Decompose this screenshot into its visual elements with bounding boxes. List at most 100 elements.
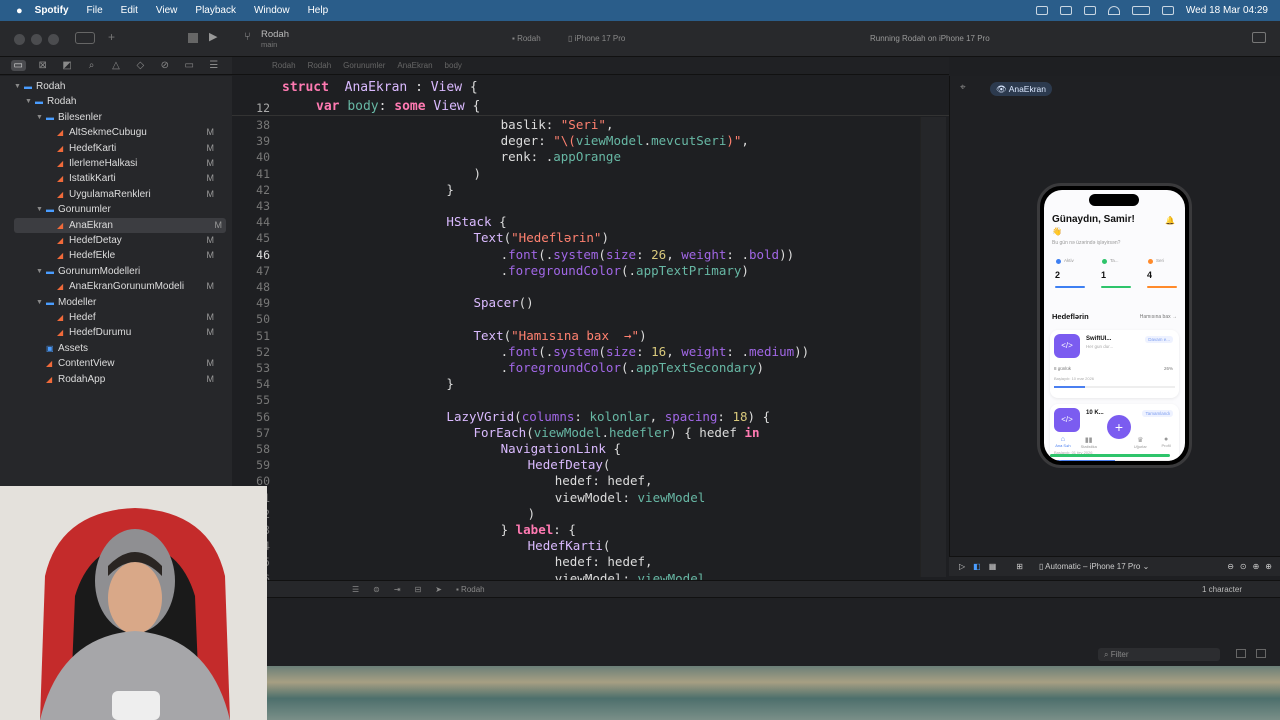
pin-icon[interactable]: ⌖ — [960, 82, 966, 93]
sidebar-item[interactable]: ▼ ▬ Rodah — [0, 94, 232, 109]
apple-menu-icon[interactable]: ● — [16, 5, 23, 17]
debug-toggle-icon[interactable]: ☰ — [352, 585, 359, 594]
code-line[interactable]: Spacer() — [474, 295, 534, 310]
sidebar-item[interactable]: ▣ Assets — [0, 341, 232, 356]
disclosure-triangle-icon[interactable]: ▼ — [25, 94, 32, 109]
code-line[interactable]: } label: { — [501, 522, 576, 537]
code-line[interactable]: .foregroundColor(.appTextSecondary) — [501, 360, 764, 375]
code-line[interactable]: hedef: hedef, — [555, 473, 653, 488]
code-line[interactable]: .font(.system(size: 26, weight: .bold)) — [501, 247, 795, 262]
menu-app-name[interactable]: Spotify — [35, 5, 69, 16]
sidebar-item[interactable]: ◢ ContentView M — [0, 356, 232, 371]
bell-icon[interactable]: 🔔 — [1165, 216, 1175, 225]
phone-tab-item[interactable]: ▮▮ Statistika — [1077, 436, 1101, 449]
breakpoint-icon[interactable]: ▭ — [182, 60, 197, 71]
sidebar-toggle-icon[interactable] — [75, 32, 95, 44]
sidebar-item[interactable]: ▼ ▬ Rodah — [0, 79, 232, 94]
iphone-preview[interactable]: Günaydın, Samir! 🔔 👋 Bu gün nə üzərində … — [1037, 183, 1192, 468]
code-line[interactable]: baslik: "Seri", — [501, 117, 614, 132]
code-line[interactable]: deger: "\(viewModel.mevcutSeri)", — [501, 133, 749, 148]
variants-icon[interactable]: ⊞ — [1016, 562, 1023, 571]
window-close-button[interactable] — [14, 34, 25, 45]
status-icon[interactable] — [1059, 6, 1072, 15]
jump-segment[interactable]: Rodah — [272, 61, 296, 70]
split-icon[interactable] — [1256, 649, 1266, 658]
code-line[interactable]: viewModel: viewModel — [555, 490, 706, 505]
sidebar-item[interactable]: ◢ IlerlemeHalkasi M — [0, 156, 232, 171]
sidebar-item[interactable]: ◢ HedefKarti M — [0, 141, 232, 156]
jump-segment[interactable]: body — [445, 61, 462, 70]
device-menu[interactable]: ▯ Automatic – iPhone 17 Pro ⌄ — [1039, 562, 1149, 571]
debug-continue-icon[interactable]: ⇥ — [394, 585, 401, 594]
code-line[interactable]: } — [446, 182, 454, 197]
sidebar-item[interactable]: ▼ ▬ GorunumModelleri — [0, 264, 232, 279]
code-line[interactable]: hedef: hedef, — [555, 554, 653, 569]
status-icon[interactable] — [1083, 6, 1096, 15]
run-destination-selector[interactable]: ▯ iPhone 17 Pro — [568, 34, 625, 43]
project-name[interactable]: Rodah — [261, 29, 289, 40]
grid-icon[interactable]: ▦ — [989, 562, 997, 571]
test-icon[interactable]: ◇ — [133, 60, 148, 71]
play-icon[interactable]: ▷ — [959, 562, 965, 571]
folder-icon[interactable]: ▭ — [10, 60, 26, 71]
zoom-out-icon[interactable]: ⊖ — [1227, 562, 1234, 571]
menu-playback[interactable]: Playback — [195, 5, 236, 16]
code-line[interactable]: HStack { — [446, 214, 506, 229]
sidebar-item[interactable]: ◢ HedefDetay M — [0, 233, 232, 248]
code-line[interactable]: renk: .appOrange — [501, 149, 621, 164]
stop-icon[interactable] — [188, 33, 198, 43]
disclosure-triangle-icon[interactable]: ▼ — [14, 79, 21, 94]
stat-card[interactable]: Ta... 1 — [1098, 256, 1138, 300]
see-all-link[interactable]: Hamısına bax → — [1140, 314, 1177, 320]
code-line[interactable]: HedefDetay( — [528, 457, 611, 472]
debug-scheme[interactable]: ▪ Rodah — [456, 585, 485, 594]
console-filter-field[interactable]: ⌕ Filter — [1098, 648, 1220, 661]
sidebar-item[interactable]: ◢ AnaEkran M — [14, 217, 226, 233]
menu-help[interactable]: Help — [308, 5, 329, 16]
jump-segment[interactable]: Gorunumler — [343, 61, 385, 70]
bookmark-icon[interactable]: ◩ — [60, 60, 75, 71]
stat-card[interactable]: Seri 4 — [1144, 256, 1184, 300]
location-icon[interactable]: ➤ — [435, 585, 442, 594]
split-icon[interactable] — [1236, 649, 1246, 658]
branch-name[interactable]: main — [261, 40, 277, 49]
code-line[interactable]: Text("Hedeflərin") — [474, 230, 609, 245]
code-editor[interactable]: 38 39 40 41 42 43 44 45 46 47 48 49 50 51 52 53 54 55 56 57… — [232, 76, 949, 586]
disclosure-triangle-icon[interactable]: ▼ — [36, 110, 43, 125]
preview-tab[interactable]: 👁 AnaEkran — [990, 82, 1053, 96]
sidebar-item[interactable]: ◢ AltSekmeCubugu M — [0, 125, 232, 140]
goal-card[interactable]: </> SwiftUI... Her gun dur... Davam e... 8 g… — [1050, 330, 1179, 398]
debug-step-icon[interactable]: ⊜ — [373, 585, 380, 594]
phone-tab-item[interactable]: ♛ Uğurlar — [1128, 436, 1152, 449]
code-line[interactable]: ForEach(viewModel.hedefler) { hedef in — [474, 425, 760, 440]
phone-tab-item[interactable]: ⌂ Ana Səh — [1051, 436, 1075, 448]
report-icon[interactable]: ☰ — [206, 60, 221, 71]
sidebar-item[interactable]: ◢ HedefEkle M — [0, 248, 232, 263]
phone-tab-item[interactable]: ● Profil — [1154, 436, 1178, 448]
zoom-in-icon[interactable]: ⊕ — [1265, 562, 1272, 571]
control-center-icon[interactable] — [1161, 6, 1174, 15]
sidebar-item[interactable]: ◢ RodahApp M — [0, 372, 232, 387]
code-line[interactable]: LazyVGrid(columns: kolonlar, spacing: 18… — [446, 409, 770, 424]
sidebar-item[interactable]: ▼ ▬ Modeller — [0, 295, 232, 310]
scheme-selector[interactable]: ▪ Rodah — [512, 34, 541, 43]
sidebar-item[interactable]: ▼ ▬ Bilesenler — [0, 110, 232, 125]
debug-view-icon[interactable]: ⊟ — [415, 585, 422, 594]
disclosure-triangle-icon[interactable]: ▼ — [36, 264, 43, 279]
sidebar-item[interactable]: ◢ IstatikKarti M — [0, 171, 232, 186]
sidebar-item[interactable]: ◢ AnaEkranGorunumModeli M — [0, 279, 232, 294]
code-line[interactable]: } — [446, 376, 454, 391]
code-line[interactable]: HedefKarti( — [528, 538, 611, 553]
code-line[interactable]: ) — [528, 506, 536, 521]
search-icon[interactable]: ⌕ — [84, 60, 99, 71]
code-line[interactable]: .font(.system(size: 16, weight: .medium)… — [501, 344, 810, 359]
editor-minimap[interactable] — [920, 117, 946, 577]
debug-icon[interactable]: ⊘ — [157, 60, 172, 71]
warning-icon[interactable]: △ — [108, 60, 123, 71]
window-zoom-button[interactable] — [48, 34, 59, 45]
inspector-toggle-icon[interactable] — [1252, 32, 1266, 43]
zoom-fit-icon[interactable]: ⊙ — [1240, 562, 1247, 571]
code-line[interactable]: NavigationLink { — [501, 441, 621, 456]
code-line[interactable]: Text("Hamısına bax →") — [474, 328, 647, 343]
wifi-icon[interactable] — [1107, 6, 1120, 15]
